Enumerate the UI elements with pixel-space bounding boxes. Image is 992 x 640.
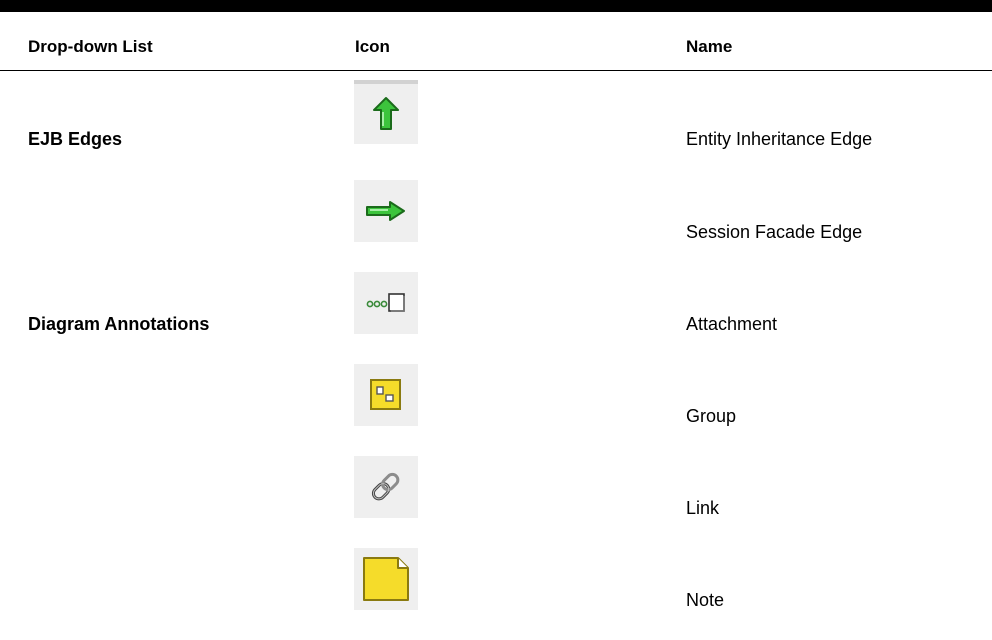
- right-arrow-green-icon: [366, 201, 405, 221]
- icon-cell-note: [354, 548, 418, 610]
- icon-cell-attachment: [354, 272, 418, 334]
- attachment-icon: [366, 293, 405, 312]
- link-chain-icon: [371, 472, 400, 501]
- row-name-entity-inheritance-edge: Entity Inheritance Edge: [686, 129, 873, 149]
- note-icon: [363, 557, 409, 601]
- header-name: Name: [686, 37, 733, 56]
- top-rule: [0, 0, 992, 12]
- icon-cell-group: [354, 364, 418, 426]
- row-name-link: Link: [686, 498, 720, 518]
- group-icon: [370, 379, 401, 410]
- row-name-session-facade-edge: Session Facade Edge: [686, 222, 863, 242]
- row-name-note: Note: [686, 590, 725, 610]
- row-name-group: Group: [686, 406, 737, 426]
- header-divider: [0, 70, 992, 71]
- row-name-attachment: Attachment: [686, 314, 778, 334]
- header-dropdown-list: Drop-down List: [28, 37, 153, 56]
- icon-cell-entity-inheritance: [354, 80, 418, 144]
- up-arrow-green-icon: [373, 97, 399, 130]
- category-ejb-edges: EJB Edges: [28, 129, 123, 149]
- icon-cell-session-facade: [354, 180, 418, 242]
- header-icon: Icon: [355, 37, 390, 56]
- icon-cell-link: [354, 456, 418, 518]
- category-diagram-annotations: Diagram Annotations: [28, 314, 210, 334]
